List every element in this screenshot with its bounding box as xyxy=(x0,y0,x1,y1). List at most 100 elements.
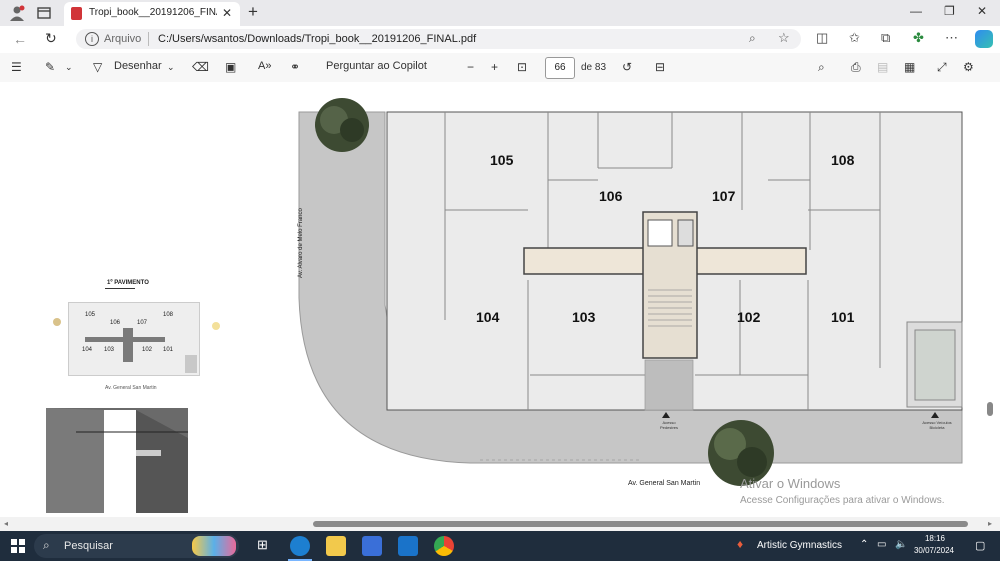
highlight-icon[interactable]: ✎ xyxy=(45,60,55,74)
print-icon[interactable]: ⎙ xyxy=(851,60,861,75)
minimap-unit-102: 102 xyxy=(142,347,153,353)
edge-icon[interactable] xyxy=(290,536,310,556)
scroll-left-icon[interactable]: ◂ xyxy=(4,519,8,528)
page-total: de 83 xyxy=(581,62,607,73)
unit-103: 103 xyxy=(572,309,596,325)
minimap-unit-105: 105 xyxy=(85,312,96,318)
mail-icon[interactable] xyxy=(398,536,418,556)
minimap-title: 1º PAVIMENTO xyxy=(107,280,149,286)
store-icon[interactable] xyxy=(362,536,382,556)
taskbar-search[interactable]: ⌕ Pesquisar xyxy=(34,534,239,558)
favorite-star-icon[interactable]: ☆ xyxy=(778,30,790,46)
rotate-icon[interactable]: ↺ xyxy=(622,60,632,74)
minimap-compass-icon xyxy=(212,322,220,330)
back-icon[interactable]: ← xyxy=(13,31,27,47)
contents-icon[interactable]: ☰ xyxy=(11,60,22,74)
search-icon[interactable]: ⌕ xyxy=(818,60,825,75)
news-widget-label[interactable]: Artistic Gymnastics xyxy=(757,540,842,551)
minimap-unit-103: 103 xyxy=(104,347,115,353)
zoom-out-icon[interactable]: − xyxy=(467,60,474,74)
url-field[interactable]: i Arquivo C:/Users/wsantos/Downloads/Tro… xyxy=(76,29,801,49)
restore-icon[interactable]: ❐ xyxy=(944,4,955,18)
show-hidden-icons-icon[interactable]: ⌃ xyxy=(860,539,868,550)
chrome-icon[interactable] xyxy=(434,536,454,556)
minimap-core xyxy=(123,328,133,362)
url-text: C:/Users/wsantos/Downloads/Tropi_book__2… xyxy=(158,33,477,45)
street-left-label: Av. Alvaro de Melo Franco xyxy=(298,208,304,278)
unit-101: 101 xyxy=(831,309,855,325)
search-highlight-icon[interactable] xyxy=(192,536,236,556)
news-widget-icon[interactable]: ♦ xyxy=(737,537,743,551)
pdf-viewport: 1º PAVIMENTO 105 106 107 108 104 103 102… xyxy=(0,82,1000,517)
minimap-tree-icon xyxy=(53,318,61,326)
file-explorer-icon[interactable] xyxy=(326,536,346,556)
ask-copilot-button[interactable]: Perguntar ao Copilot xyxy=(326,60,427,72)
vertical-scrollbar-thumb[interactable] xyxy=(987,402,993,416)
elevation-thumbnail xyxy=(46,408,188,513)
minimap-garage xyxy=(185,355,197,373)
minimap-unit-107: 107 xyxy=(137,320,148,326)
save-icon[interactable]: ▤ xyxy=(877,60,888,74)
tab-title: Tropi_book__20191206_FINAL.pd xyxy=(89,7,217,18)
collections-icon[interactable]: ⧉ xyxy=(881,30,890,46)
minimize-icon[interactable]: — xyxy=(910,4,922,18)
url-scheme: Arquivo xyxy=(104,33,142,45)
unit-105: 105 xyxy=(490,152,514,168)
fit-page-icon[interactable]: ⊡ xyxy=(517,60,527,74)
favorites-icon[interactable]: ✩ xyxy=(849,30,860,46)
taskbar: ⌕ Pesquisar ⊞ ♦ Artistic Gymnastics ⌃ ▭ … xyxy=(0,531,1000,561)
page-number-input[interactable]: 66 xyxy=(545,57,575,79)
info-icon[interactable]: i xyxy=(85,32,99,46)
unit-104: 104 xyxy=(476,309,500,325)
save-as-icon[interactable]: ▦ xyxy=(904,60,915,74)
highlight-chevron-down-icon[interactable]: ⌄ xyxy=(65,62,73,73)
minimap-unit-101: 101 xyxy=(163,347,174,353)
pdf-file-icon xyxy=(71,7,82,20)
horizontal-scrollbar[interactable]: ◂ ▸ xyxy=(0,517,1000,531)
minimap-title-rule xyxy=(105,288,135,289)
more-icon[interactable]: ⋯ xyxy=(945,30,958,46)
draw-icon[interactable]: ▽ xyxy=(93,60,102,74)
fullscreen-icon[interactable]: ⤢ xyxy=(937,60,947,75)
read-aloud-icon[interactable]: A» xyxy=(258,60,271,72)
windows-start-icon[interactable] xyxy=(11,539,25,553)
draw-button[interactable]: Desenhar xyxy=(114,60,162,72)
unit-108: 108 xyxy=(831,152,855,168)
eraser-icon[interactable]: ⌫ xyxy=(192,60,209,74)
floor-plan: 105 106 107 108 104 103 102 101 Av. Alva… xyxy=(290,90,965,508)
settings-gear-icon[interactable]: ⚙ xyxy=(963,60,974,74)
url-divider xyxy=(148,32,149,46)
tab-bar: Tropi_book__20191206_FINAL.pd ✕ + — ❐ ✕ xyxy=(0,0,1000,26)
minimap-unit-108: 108 xyxy=(163,312,174,318)
minimap-unit-106: 106 xyxy=(110,320,121,326)
unit-102: 102 xyxy=(737,309,761,325)
horizontal-scrollbar-thumb[interactable] xyxy=(313,521,968,527)
extension-icon[interactable]: ✤ xyxy=(913,30,924,46)
draw-chevron-down-icon[interactable]: ⌄ xyxy=(167,62,175,73)
profile-icon[interactable] xyxy=(9,5,25,21)
scroll-right-icon[interactable]: ▸ xyxy=(988,519,992,528)
clock-date[interactable]: 30/07/2024 xyxy=(906,546,962,555)
translate-icon[interactable]: ⚭ xyxy=(290,60,300,74)
clock-time[interactable]: 18:16 xyxy=(910,534,960,543)
new-tab-icon[interactable]: + xyxy=(248,2,258,22)
zoom-icon[interactable]: ⌕ xyxy=(749,31,756,46)
vehicle-access-label: Acesso Veículos Bicicleta xyxy=(922,420,952,430)
task-view-icon[interactable]: ⊞ xyxy=(257,537,268,553)
pedestrian-access-label: Acesso Pedestres xyxy=(659,420,678,430)
zoom-in-icon[interactable]: + xyxy=(491,60,498,74)
page-view-icon[interactable]: ⊟ xyxy=(655,60,665,74)
minimap-street-bottom: Av. General San Martin xyxy=(105,385,157,391)
tab-actions-icon[interactable] xyxy=(36,5,52,21)
close-window-icon[interactable]: ✕ xyxy=(977,4,987,18)
tab-pdf[interactable]: Tropi_book__20191206_FINAL.pd ✕ xyxy=(64,2,240,26)
unit-106: 106 xyxy=(599,188,623,204)
split-screen-icon[interactable]: ◫ xyxy=(816,30,828,46)
copilot-icon[interactable] xyxy=(975,30,993,48)
close-tab-icon[interactable]: ✕ xyxy=(222,6,232,20)
notifications-icon[interactable]: ▢ xyxy=(975,539,985,552)
unit-107: 107 xyxy=(712,188,736,204)
reload-icon[interactable]: ↻ xyxy=(45,30,57,47)
text-box-icon[interactable]: ▣ xyxy=(225,60,236,74)
network-icon[interactable]: ▭ xyxy=(877,539,886,550)
